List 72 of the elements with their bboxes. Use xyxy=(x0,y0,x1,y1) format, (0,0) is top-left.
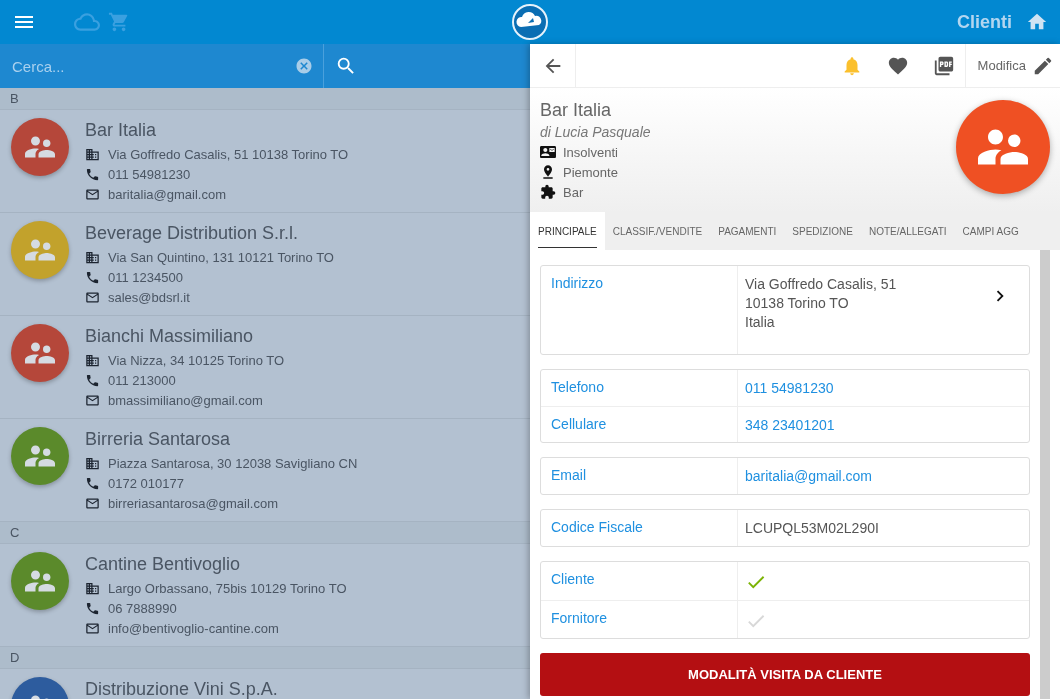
phone-icon xyxy=(85,600,100,616)
field-label: Indirizzo xyxy=(541,266,738,354)
section-letter: C xyxy=(0,522,530,544)
customer-name: Distribuzione Vini S.p.A. xyxy=(85,679,278,699)
tab[interactable]: CAMPI AGG xyxy=(954,212,1027,250)
section-letter: D xyxy=(0,647,530,669)
phone-icon xyxy=(85,372,100,388)
building-icon xyxy=(85,580,100,596)
field-label: Telefono xyxy=(541,370,738,406)
tab[interactable]: PRINCIPALE xyxy=(530,212,605,250)
field-label: Email xyxy=(541,458,738,494)
customer-email: bmassimiliano@gmail.com xyxy=(108,392,263,408)
customer-email: sales@bdsrl.it xyxy=(108,289,190,305)
customer-item[interactable]: Beverage Distribution S.r.l. Via San Quintino, 131 10121 Torino TO 011 1234500 sales@bdsrl.it xyxy=(0,213,530,316)
scrollbar[interactable] xyxy=(1040,250,1050,699)
customer-name: Birreria Santarosa xyxy=(85,429,232,450)
customer-address: Piazza Santarosa, 30 12038 Savigliano CN xyxy=(108,455,358,471)
field-label: Cellulare xyxy=(541,407,738,442)
customer-tag: Piemonte xyxy=(563,164,618,180)
customer-phone: 011 213000 xyxy=(108,372,176,388)
customer-email: info@bentivoglio-cantine.com xyxy=(108,620,279,636)
customer-item[interactable]: Distribuzione Vini S.p.A. xyxy=(0,669,530,699)
customer-item[interactable]: Bar Italia Via Goffredo Casalis, 51 10138 Torino TO 011 54981230 baritalia@gmail.com xyxy=(0,110,530,213)
clear-icon[interactable] xyxy=(295,57,313,75)
tab[interactable]: CLASSIF./VENDITE xyxy=(604,212,711,250)
customer-phone: 06 7888990 xyxy=(108,600,177,616)
logo-icon xyxy=(512,4,548,40)
customer-name: Cantine Bentivoglio xyxy=(85,554,242,575)
field-value: LCUPQL53M02L290I xyxy=(745,519,879,538)
customer-name: Bianchi Massimiliano xyxy=(85,326,255,347)
customer-name: Bar Italia xyxy=(85,120,158,141)
customer-tag: Bar xyxy=(563,184,584,200)
customer-address: Via Nizza, 34 10125 Torino TO xyxy=(108,352,285,368)
building-icon xyxy=(85,352,100,368)
customer-name: Beverage Distribution S.r.l. xyxy=(85,223,300,244)
customer-address: Via San Quintino, 131 10121 Torino TO xyxy=(108,249,334,265)
building-icon xyxy=(85,146,100,162)
value-link[interactable]: 348 23401201 xyxy=(745,416,835,435)
edit-button[interactable]: Modifica xyxy=(964,43,1060,88)
customer-email: baritalia@gmail.com xyxy=(108,186,226,202)
phone-icon xyxy=(85,475,100,491)
customer-phone: 0172 010177 xyxy=(108,475,184,491)
customer-email: birreriasantarosa@gmail.com xyxy=(108,495,278,511)
building-icon xyxy=(85,249,100,265)
address-value: Via Goffredo Casalis, 51 10138 Torino TO Italia xyxy=(745,275,898,332)
pdf-icon xyxy=(932,54,955,77)
customer-address: Via Goffredo Casalis, 51 10138 Torino TO xyxy=(108,146,349,162)
page-title: Clienti xyxy=(957,11,1012,33)
tab[interactable]: PAGAMENTI xyxy=(710,212,785,250)
customer-phone: 011 1234500 xyxy=(108,269,183,285)
phone-icon xyxy=(85,269,100,285)
customer-title: Bar Italia xyxy=(540,100,613,121)
pin-icon xyxy=(540,164,556,180)
tab[interactable]: SPEDIZIONE xyxy=(784,212,861,250)
tab[interactable]: NOTE/ALLEGATI xyxy=(860,212,955,250)
field-label: Fornitore xyxy=(541,601,738,638)
phone-icon xyxy=(85,166,100,182)
section-letter: B xyxy=(0,88,530,110)
field-label: Codice Fiscale xyxy=(541,510,738,546)
value-link[interactable]: baritalia@gmail.com xyxy=(745,467,873,486)
customer-address: Largo Orbassano, 75bis 10129 Torino TO xyxy=(108,580,347,596)
search-icon xyxy=(335,55,357,77)
contact-name: di Lucia Pasquale xyxy=(540,124,652,140)
customer-tag: Insolventi xyxy=(563,144,618,160)
value-link[interactable]: 011 54981230 xyxy=(745,379,834,398)
customer-phone: 011 54981230 xyxy=(108,166,191,182)
building-icon xyxy=(85,455,100,471)
puzzle-icon xyxy=(540,184,556,200)
id-card-icon xyxy=(540,144,556,160)
visit-mode-button[interactable]: MODALITÀ VISITA DA CLIENTE xyxy=(540,653,1030,696)
customer-item[interactable]: Bianchi Massimiliano Via Nizza, 34 10125 Torino TO 011 213000 bmassimiliano@gmail.com xyxy=(0,316,530,419)
field-label: Cliente xyxy=(541,562,738,600)
